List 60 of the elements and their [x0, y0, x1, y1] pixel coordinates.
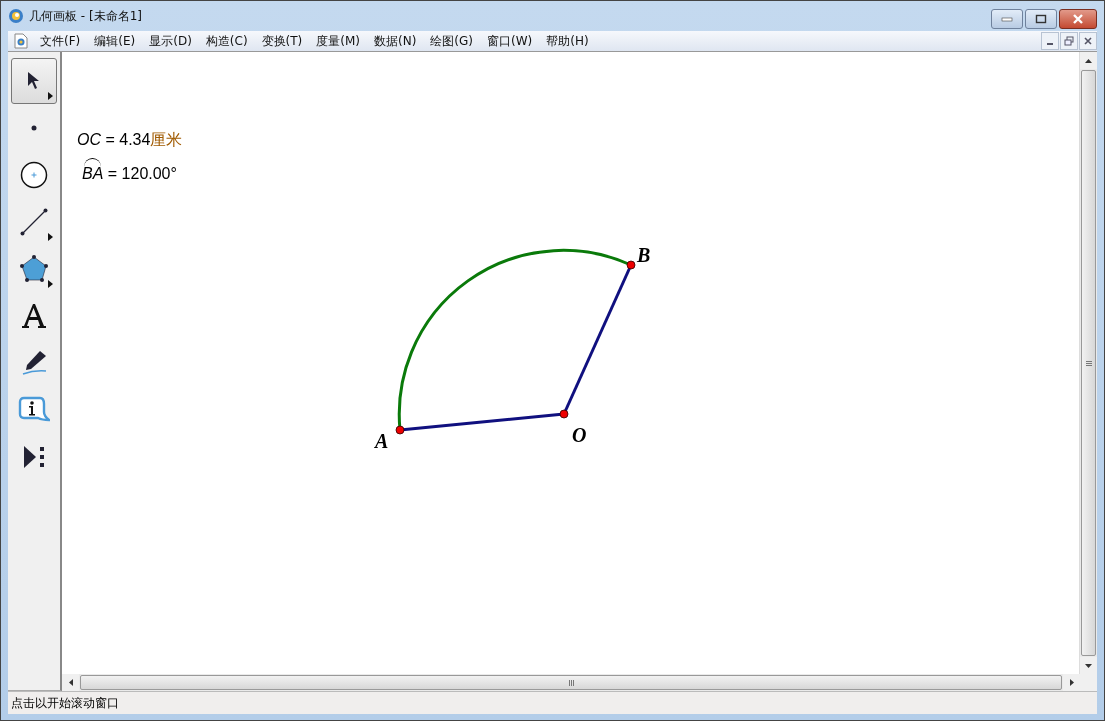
- left-triangle-icon: [68, 679, 73, 686]
- menu-item[interactable]: 帮助(H): [540, 32, 597, 50]
- submenu-caret-icon: [48, 92, 53, 100]
- vertical-scrollbar[interactable]: [1079, 52, 1097, 674]
- scrollbar-thumb[interactable]: [80, 675, 1062, 690]
- measurement-label[interactable]: OC = 4.34厘米: [77, 122, 183, 151]
- minimize-icon: [1001, 16, 1013, 22]
- grip-icon: [1085, 360, 1092, 366]
- menu-item[interactable]: 文件(F): [34, 32, 89, 50]
- point-label: O: [572, 424, 587, 446]
- segment-icon: [20, 208, 48, 236]
- point[interactable]: [626, 260, 636, 270]
- menu-item[interactable]: 窗口(W): [481, 32, 541, 50]
- close-button[interactable]: [1059, 9, 1097, 29]
- tool-button[interactable]: [11, 58, 57, 104]
- point[interactable]: [395, 425, 405, 435]
- point-label: A: [375, 430, 389, 452]
- menu-item[interactable]: 变换(T): [255, 32, 311, 50]
- point-label: B: [637, 244, 651, 266]
- minimize-icon: [1047, 43, 1053, 45]
- status-text: 点击以开始滚动窗口: [11, 694, 119, 712]
- letter-a-icon: [21, 303, 47, 329]
- menu-item[interactable]: 数据(N): [368, 32, 425, 50]
- window-title: 几何画板 - [未命名1]: [29, 7, 142, 25]
- menu-item[interactable]: 度量(M): [310, 32, 368, 50]
- point[interactable]: [559, 409, 569, 419]
- document-icon[interactable]: [14, 33, 28, 49]
- close-icon: [1083, 36, 1093, 46]
- close-icon: [1071, 14, 1085, 24]
- circle-icon: [20, 161, 48, 189]
- scroll-up-button[interactable]: [1080, 52, 1097, 69]
- measurement-label[interactable]: BA = 120.00°: [77, 156, 177, 183]
- app-logo-icon: [8, 8, 24, 24]
- point-icon: [31, 125, 37, 131]
- scroll-down-button[interactable]: [1080, 657, 1097, 674]
- drawing-canvas[interactable]: OC = 4.34厘米 BA = 120.00° A O B: [62, 52, 1079, 674]
- scrollbar-thumb[interactable]: [1081, 70, 1096, 656]
- info-bubble-icon: [18, 396, 50, 424]
- marker-pen-icon: [20, 350, 48, 376]
- down-triangle-icon: [1085, 663, 1092, 668]
- menu-item[interactable]: 显示(D): [143, 32, 200, 50]
- submenu-caret-icon: [48, 233, 53, 241]
- minimize-button[interactable]: [1041, 32, 1059, 50]
- restore-icon: [1064, 36, 1074, 46]
- pentagon-icon: [19, 255, 49, 283]
- up-triangle-icon: [1085, 58, 1092, 63]
- scroll-right-button[interactable]: [1063, 674, 1080, 691]
- restore-button[interactable]: [1060, 32, 1078, 50]
- close-button[interactable]: [1079, 32, 1097, 50]
- menu-item[interactable]: 编辑(E): [88, 32, 144, 50]
- scroll-left-button[interactable]: [62, 674, 79, 691]
- maximize-button[interactable]: [1025, 9, 1057, 29]
- menu-item[interactable]: 绘图(G): [424, 32, 481, 50]
- right-triangle-icon: [1069, 679, 1074, 686]
- menu-item[interactable]: 构造(C): [199, 32, 256, 50]
- horizontal-scrollbar[interactable]: [62, 674, 1097, 691]
- submenu-caret-icon: [48, 280, 53, 288]
- grip-icon: [568, 679, 574, 686]
- play-dots-icon: [22, 445, 46, 469]
- maximize-icon: [1035, 14, 1047, 24]
